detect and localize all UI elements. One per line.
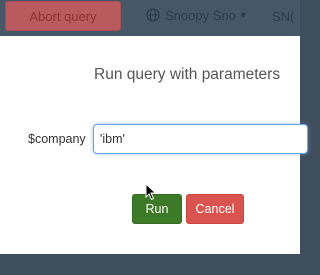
- param-input-company[interactable]: [93, 124, 308, 154]
- top-bar: Abort query Snoopy Sno ▼ SN(: [0, 0, 300, 36]
- topbar-trailing-text: SN(: [272, 9, 295, 24]
- abort-query-label: Abort query: [29, 8, 97, 24]
- param-label-company: $company: [28, 132, 86, 146]
- globe-icon: [146, 8, 160, 22]
- abort-query-button[interactable]: Abort query: [5, 1, 121, 31]
- run-query-modal: Run query with parameters $company Run C…: [0, 36, 308, 254]
- run-button[interactable]: Run: [132, 194, 182, 224]
- user-menu[interactable]: Snoopy Sno ▼: [146, 5, 248, 25]
- caret-down-icon: ▼: [238, 10, 248, 20]
- user-name: Snoopy Sno: [165, 7, 236, 23]
- cancel-button[interactable]: Cancel: [186, 194, 244, 224]
- modal-title: Run query with parameters: [94, 66, 281, 83]
